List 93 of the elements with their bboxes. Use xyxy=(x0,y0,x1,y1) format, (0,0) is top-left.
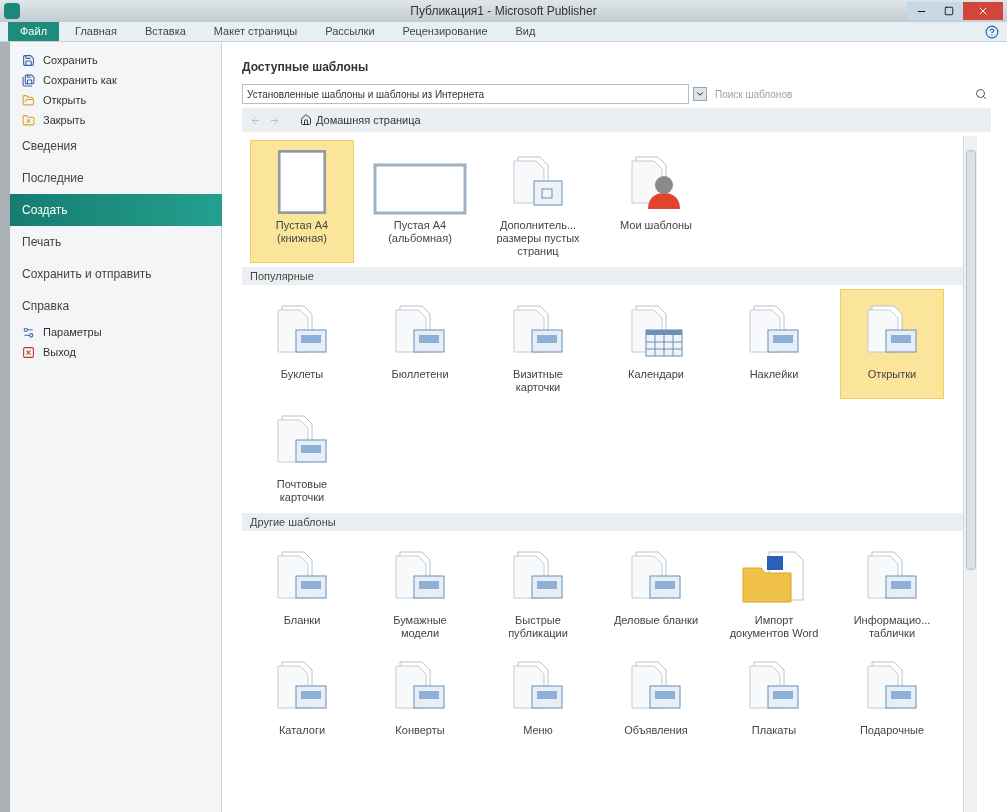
sidebar-section[interactable]: Последние xyxy=(10,162,222,194)
template-tile[interactable]: Календари xyxy=(604,289,708,399)
close-icon xyxy=(977,5,989,17)
sidebar-section[interactable]: Создать xyxy=(10,194,222,226)
close-icon xyxy=(22,345,35,359)
save-icon xyxy=(22,53,35,67)
template-tile[interactable]: Дополнитель... размеры пустых страниц xyxy=(486,140,590,263)
blank-page-icon xyxy=(373,163,467,215)
folder-icon xyxy=(22,93,35,107)
template-label: Мои шаблоны xyxy=(619,219,693,232)
search-input[interactable]: Поиск шаблонов xyxy=(715,86,975,102)
sidebar-command[interactable]: Сохранить xyxy=(10,50,221,70)
template-label: Пустая A4 (книжная) xyxy=(274,219,330,245)
scrollbar[interactable] xyxy=(963,136,977,812)
template-tile[interactable]: Буклеты xyxy=(250,289,354,399)
ribbon-tab[interactable]: Файл xyxy=(8,22,60,41)
template-tile[interactable]: Плакаты xyxy=(722,645,826,742)
sidebar-section[interactable]: Сведения xyxy=(10,130,222,162)
template-tile[interactable]: Каталоги xyxy=(250,645,354,742)
template-label: Бумажные модели xyxy=(392,614,448,640)
ribbon-tab[interactable]: Главная xyxy=(63,22,129,41)
template-tile[interactable]: Бумажные модели xyxy=(368,535,472,645)
template-tile[interactable]: Конверты xyxy=(368,645,472,742)
template-label: Буклеты xyxy=(279,368,325,381)
ribbon-tab[interactable]: Рассылки xyxy=(313,22,387,41)
template-tile[interactable]: Подарочные xyxy=(840,645,944,742)
back-icon[interactable] xyxy=(250,114,261,126)
template-label: Плакаты xyxy=(750,724,798,737)
template-tile[interactable]: Мои шаблоны xyxy=(604,140,708,263)
group-header: Популярные xyxy=(242,267,963,285)
template-tile[interactable]: Объявления xyxy=(604,645,708,742)
sidebar-command[interactable]: Параметры xyxy=(10,322,221,342)
template-label: Бланки xyxy=(282,614,322,627)
template-label: Информацио... таблички xyxy=(852,614,932,640)
template-label: Визитные карточки xyxy=(512,368,564,394)
ribbon-tab[interactable]: Рецензирование xyxy=(390,22,500,41)
template-tile[interactable]: Пустая A4 (книжная) xyxy=(250,140,354,263)
template-label: Импорт документов Word xyxy=(728,614,820,640)
template-tile[interactable]: Почтовые карточки xyxy=(250,399,354,509)
template-source-dropdown[interactable]: Установленные шаблоны и шаблоны из Интернета xyxy=(242,84,689,104)
search-field[interactable]: Поиск шаблонов xyxy=(711,84,991,104)
template-label: Деловые бланки xyxy=(612,614,700,627)
sidebar-section[interactable]: Справка xyxy=(10,290,222,322)
sidebar-section[interactable]: Печать xyxy=(10,226,222,258)
template-label: Объявления xyxy=(623,724,689,737)
group-header: Другие шаблоны xyxy=(242,513,963,531)
template-tile[interactable]: Бланки xyxy=(250,535,354,645)
template-tile[interactable]: Открытки xyxy=(840,289,944,399)
template-label: Открытки xyxy=(866,368,918,381)
window-title: Публикация1 - Microsoft Publisher xyxy=(409,3,597,20)
template-tile[interactable]: Быстрые публикации xyxy=(486,535,590,645)
template-tile[interactable]: Деловые бланки xyxy=(604,535,708,645)
template-label: Почтовые карточки xyxy=(275,478,329,504)
template-label: Конверты xyxy=(394,724,446,737)
template-tile[interactable]: Меню xyxy=(486,645,590,742)
template-tile[interactable]: Наклейки xyxy=(722,289,826,399)
template-tile[interactable]: Бюллетени xyxy=(368,289,472,399)
sidebar-command[interactable]: Выход xyxy=(10,342,221,362)
help-icon[interactable] xyxy=(985,25,999,39)
sidebar-command[interactable]: Сохранить как xyxy=(10,70,221,90)
section-heading: Доступные шаблоны xyxy=(242,59,370,76)
template-label: Пустая A4 (альбомная) xyxy=(387,219,453,245)
template-label: Быстрые публикации xyxy=(507,614,569,640)
app-icon xyxy=(4,3,20,19)
search-icon xyxy=(975,88,987,100)
ribbon-tab[interactable]: Вид xyxy=(503,22,548,41)
ribbon-tab[interactable]: Макет страницы xyxy=(201,22,310,41)
folder-icon xyxy=(22,113,35,127)
save-as-icon xyxy=(22,73,35,87)
ribbon-tab[interactable]: Вставка xyxy=(132,22,198,41)
template-label: Наклейки xyxy=(748,368,800,381)
maximize-button[interactable] xyxy=(935,2,963,20)
template-label: Подарочные xyxy=(858,724,926,737)
template-label: Каталоги xyxy=(277,724,327,737)
template-tile[interactable]: Импорт документов Word xyxy=(722,535,826,645)
home-icon xyxy=(300,114,312,126)
chevron-down-icon xyxy=(695,89,705,99)
template-tile[interactable]: Информацио... таблички xyxy=(840,535,944,645)
home-link[interactable]: Домашняя страница xyxy=(300,111,421,129)
template-label: Календари xyxy=(627,368,685,381)
scroll-thumb[interactable] xyxy=(965,150,976,570)
maximize-icon xyxy=(944,6,954,16)
template-tile[interactable]: Пустая A4 (альбомная) xyxy=(368,140,472,263)
forward-icon[interactable] xyxy=(269,114,280,126)
template-label: Меню xyxy=(522,724,554,737)
template-tile[interactable]: Визитные карточки xyxy=(486,289,590,399)
sidebar-section[interactable]: Сохранить и отправить xyxy=(10,258,222,290)
sidebar-command[interactable]: Открыть xyxy=(10,90,221,110)
template-label: Дополнитель... размеры пустых страниц xyxy=(495,219,581,258)
template-label: Бюллетени xyxy=(390,368,450,381)
sidebar-command[interactable]: Закрыть xyxy=(10,110,221,130)
dropdown-button[interactable] xyxy=(693,87,707,101)
settings-icon xyxy=(22,325,35,339)
